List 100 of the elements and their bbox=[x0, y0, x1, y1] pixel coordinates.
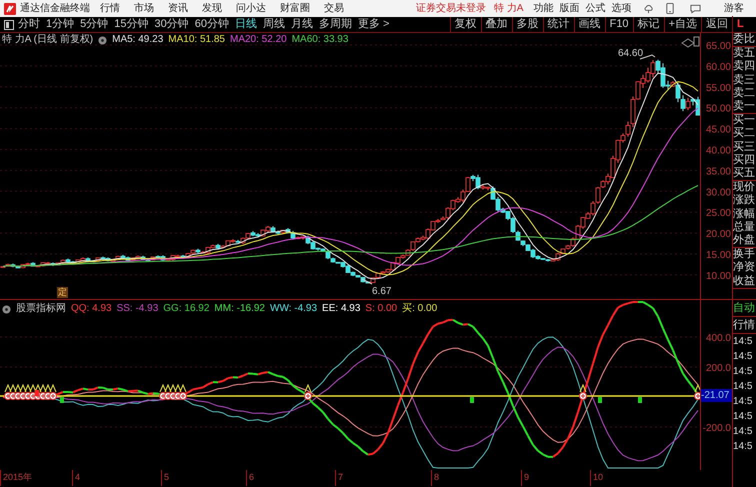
tool-button[interactable]: 画线 bbox=[574, 17, 605, 32]
indicator-value: SS: -4.93 bbox=[116, 302, 158, 316]
tick-time: 14:5 bbox=[733, 425, 754, 439]
panel-icon[interactable] bbox=[694, 36, 700, 46]
settings-icon[interactable] bbox=[2, 305, 11, 314]
indicator-name: 股票指标网 bbox=[16, 302, 66, 316]
quote-label: 委比 bbox=[733, 33, 756, 46]
diamond-icon[interactable] bbox=[681, 38, 695, 48]
current-value-label: -21.07 bbox=[701, 389, 732, 402]
indicator-value: MM: -16.92 bbox=[214, 302, 265, 316]
indicator-value: GG: 16.92 bbox=[163, 302, 210, 316]
menu-item[interactable]: 功能 bbox=[533, 2, 554, 14]
menu-item[interactable]: 版面 bbox=[559, 2, 580, 14]
tick-time: 14:5 bbox=[733, 335, 754, 349]
menu-item[interactable]: 公式 bbox=[585, 2, 606, 14]
side-tab[interactable]: 自动 bbox=[733, 300, 756, 317]
quote-label: 收益 bbox=[733, 274, 756, 288]
tick-time: 14:5 bbox=[733, 380, 754, 394]
quote-label: 涨幅 bbox=[733, 208, 756, 221]
quote-label: 现价 bbox=[733, 181, 756, 194]
signal-bar bbox=[598, 397, 602, 403]
quote-label: 总量 bbox=[733, 220, 756, 234]
signal-bar bbox=[470, 397, 474, 403]
menu-item[interactable]: 问小达 bbox=[236, 2, 266, 14]
phone-icon[interactable] bbox=[666, 3, 674, 14]
period-tab[interactable]: 1分钟 bbox=[46, 16, 74, 33]
ma-value: MA10: 51.85 bbox=[168, 33, 225, 47]
axis-label: 2015年 bbox=[0, 470, 72, 486]
menu-item[interactable]: 发现 bbox=[202, 2, 222, 14]
menu-item[interactable]: 财富圈 bbox=[280, 2, 310, 14]
axis-label: 65.00 bbox=[706, 41, 731, 52]
signal-bar bbox=[60, 397, 64, 403]
quote-label: 外盘 bbox=[733, 234, 756, 248]
ma-value: MA5: 49.23 bbox=[112, 33, 164, 47]
axis-label: 35.00 bbox=[706, 166, 731, 178]
period-tab[interactable]: 多周期 bbox=[319, 16, 352, 33]
axis-label: 60.00 bbox=[706, 62, 731, 73]
axis-label: 45.00 bbox=[706, 124, 731, 136]
chat-icon[interactable] bbox=[690, 4, 702, 14]
quote-label: 卖三 bbox=[733, 74, 756, 87]
tool-button[interactable]: 统计 bbox=[542, 17, 574, 32]
panel-toggle-icon[interactable] bbox=[4, 20, 14, 30]
quote-label: 买三 bbox=[733, 140, 756, 154]
period-tab[interactable]: 30分钟 bbox=[154, 16, 189, 33]
quote-label: 换手 bbox=[733, 248, 756, 261]
period-tab[interactable]: 15分钟 bbox=[114, 16, 148, 33]
period-tab[interactable]: 更多 > bbox=[358, 16, 390, 33]
menu-item[interactable]: 选项 bbox=[611, 2, 632, 14]
axis-label: 40.00 bbox=[706, 146, 731, 156]
tool-button[interactable]: 叠加 bbox=[480, 17, 512, 32]
tool-button[interactable]: 返回 bbox=[701, 17, 732, 32]
cloud-icon[interactable] bbox=[643, 3, 654, 14]
leader-line bbox=[362, 278, 372, 284]
axis-label: 10.00 bbox=[706, 270, 731, 282]
settings-icon[interactable] bbox=[98, 36, 108, 45]
user-name[interactable]: 游客 bbox=[724, 2, 744, 14]
tick-time: 14:5 bbox=[733, 440, 754, 454]
ma-value: MA20: 52.20 bbox=[230, 33, 287, 47]
period-tab[interactable]: 60分钟 bbox=[194, 16, 229, 33]
period-tab[interactable]: 周线 bbox=[263, 16, 285, 33]
menu-item[interactable]: 市场 bbox=[134, 2, 154, 14]
login-status[interactable]: 证券交易未登录 bbox=[416, 2, 486, 14]
stock-name: 特 力A bbox=[494, 2, 524, 14]
tool-button[interactable]: F10 bbox=[604, 17, 633, 32]
tool-button[interactable]: +自选 bbox=[664, 17, 701, 32]
app-logo-icon bbox=[4, 2, 16, 14]
period-tab[interactable]: 分时 bbox=[18, 16, 40, 33]
tool-button[interactable]: 多股 bbox=[512, 17, 543, 32]
tick-time: 14:5 bbox=[733, 410, 754, 424]
tool-button[interactable]: 标记 bbox=[632, 17, 664, 32]
menu-item[interactable]: 交易 bbox=[324, 2, 344, 14]
period-tab[interactable]: 月线 bbox=[291, 16, 313, 33]
quote-label: 净资 bbox=[733, 261, 756, 275]
indicator-value: WW: -4.93 bbox=[270, 302, 318, 316]
period-tab[interactable]: 日线 bbox=[235, 16, 257, 33]
axis-label: 15.00 bbox=[706, 250, 731, 261]
app-name: 通达信金融终端 bbox=[20, 2, 91, 14]
quote-label: 买四 bbox=[733, 154, 756, 167]
menu-item[interactable]: 资讯 bbox=[168, 2, 188, 14]
price-label: 6.67 bbox=[372, 285, 392, 299]
period-tab[interactable]: 5分钟 bbox=[80, 16, 108, 33]
axis-label: 400.0 bbox=[706, 333, 731, 344]
quote-label: 买一 bbox=[733, 114, 756, 127]
axis-label: 50.00 bbox=[706, 104, 731, 115]
axis-label: 9 bbox=[521, 470, 590, 486]
tick-time: 14:5 bbox=[733, 350, 754, 364]
tool-button[interactable]: 复权 bbox=[450, 17, 481, 32]
price-label: 64.60 bbox=[618, 47, 644, 61]
indicator-value: S: 0.00 bbox=[365, 302, 398, 316]
menu-item[interactable]: 行情 bbox=[100, 2, 120, 14]
quote-label: 卖五 bbox=[733, 47, 756, 60]
quote-label: 涨跌 bbox=[733, 194, 756, 208]
quote-label: 买五 bbox=[733, 167, 756, 180]
axis-label: 7 bbox=[335, 470, 431, 486]
side-tab[interactable]: 行情 bbox=[733, 317, 756, 334]
tick-time: 14:5 bbox=[733, 395, 754, 409]
indicator-value: 买: 0.00 bbox=[402, 302, 438, 316]
chart-title: 特 力A (日线 前复权) bbox=[2, 33, 94, 47]
quote-label: 买二 bbox=[733, 127, 756, 141]
axis-label: 25.00 bbox=[706, 208, 731, 220]
